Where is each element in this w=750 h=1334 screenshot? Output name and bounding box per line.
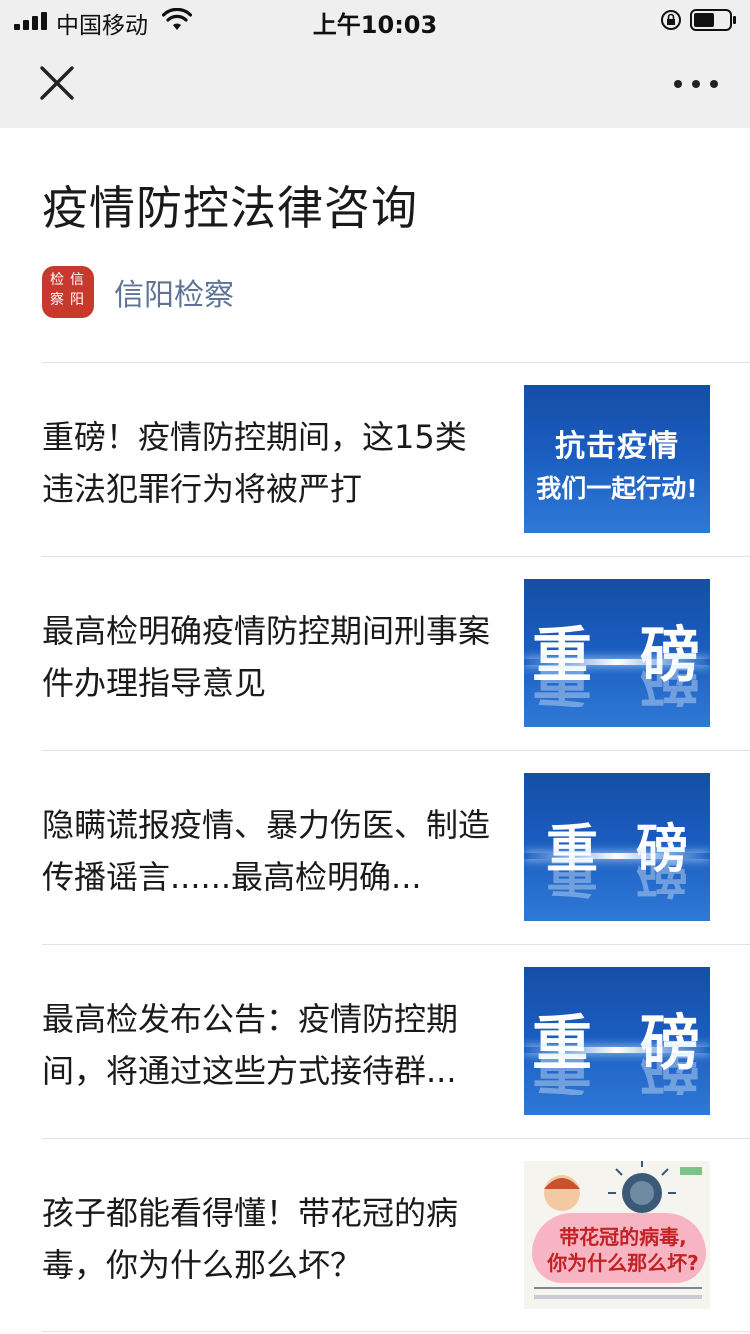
- caption-strip: [534, 1295, 702, 1299]
- account-logo[interactable]: 信 阳 检 察: [42, 266, 94, 318]
- list-item[interactable]: 孩子都能看得懂！带花冠的病毒，你为什么那么坏？ 带花冠的病毒, 你为什么那么坏?: [42, 1138, 750, 1332]
- list-item[interactable]: 最高检明确疫情防控期间刑事案件办理指导意见 重 磅 重 磅: [42, 556, 750, 750]
- thumbnail-reflection: 磅: [636, 861, 689, 901]
- list-item[interactable]: 重磅！疫情防控期间，这15类违法犯罪行为将被严打 抗击疫情 我们一起行动!: [42, 362, 750, 556]
- article-title[interactable]: 最高检发布公告：疫情防控期间，将通过这些方式接待群...: [42, 993, 494, 1097]
- thumbnail-text: 抗击疫情: [555, 429, 679, 464]
- account-name[interactable]: 信阳检察: [114, 270, 234, 314]
- divider: [534, 1287, 702, 1289]
- thumbnail-reflection: 磅: [640, 667, 700, 707]
- list-item[interactable]: 最高检发布公告：疫情防控期间，将通过这些方式接待群... 重 磅 重 磅: [42, 944, 750, 1138]
- article-title[interactable]: 隐瞒谎报疫情、暴力伤医、制造传播谣言......最高检明确...: [42, 799, 494, 903]
- thumbnail-text: 我们一起行动!: [536, 474, 698, 503]
- light-streak: [524, 1047, 710, 1053]
- article-list: 重磅！疫情防控期间，这15类违法犯罪行为将被严打 抗击疫情 我们一起行动! 最高…: [42, 362, 750, 1332]
- article-title[interactable]: 孩子都能看得懂！带花冠的病毒，你为什么那么坏？: [42, 1187, 494, 1291]
- thumbnail-reflection: 重: [532, 1055, 592, 1095]
- thumbnail-reflection: 重: [532, 667, 592, 707]
- thumbnail-text: 你为什么那么坏?: [547, 1251, 699, 1275]
- nav-bar: [0, 40, 750, 128]
- status-bar: 中国移动 上午10:03: [0, 0, 750, 40]
- article-thumbnail[interactable]: 重 磅 重 磅: [524, 773, 710, 921]
- article-title[interactable]: 最高检明确疫情防控期间刑事案件办理指导意见: [42, 605, 494, 709]
- light-streak: [524, 853, 710, 859]
- article-title[interactable]: 重磅！疫情防控期间，这15类违法犯罪行为将被严打: [42, 411, 494, 515]
- status-time: 上午10:03: [312, 11, 438, 39]
- article-thumbnail[interactable]: 带花冠的病毒, 你为什么那么坏?: [524, 1161, 710, 1309]
- thumbnail-reflection: 磅: [640, 1055, 700, 1095]
- page-title: 疫情防控法律咨询: [42, 181, 418, 235]
- article-thumbnail[interactable]: 抗击疫情 我们一起行动!: [524, 385, 710, 533]
- more-icon[interactable]: [670, 72, 722, 96]
- thumbnail-text: 带花冠的病毒,: [559, 1225, 687, 1249]
- battery-icon: [690, 9, 736, 31]
- close-icon[interactable]: [36, 62, 78, 104]
- article-thumbnail[interactable]: 重 磅 重 磅: [524, 967, 710, 1115]
- light-streak: [524, 659, 710, 665]
- thumbnail-reflection: 重: [546, 861, 599, 901]
- cartoon-illustration: [544, 1161, 702, 1213]
- list-item[interactable]: 隐瞒谎报疫情、暴力伤医、制造传播谣言......最高检明确... 重 磅 重 磅: [42, 750, 750, 944]
- article-thumbnail[interactable]: 重 磅 重 磅: [524, 579, 710, 727]
- rotation-lock-icon: [661, 10, 681, 30]
